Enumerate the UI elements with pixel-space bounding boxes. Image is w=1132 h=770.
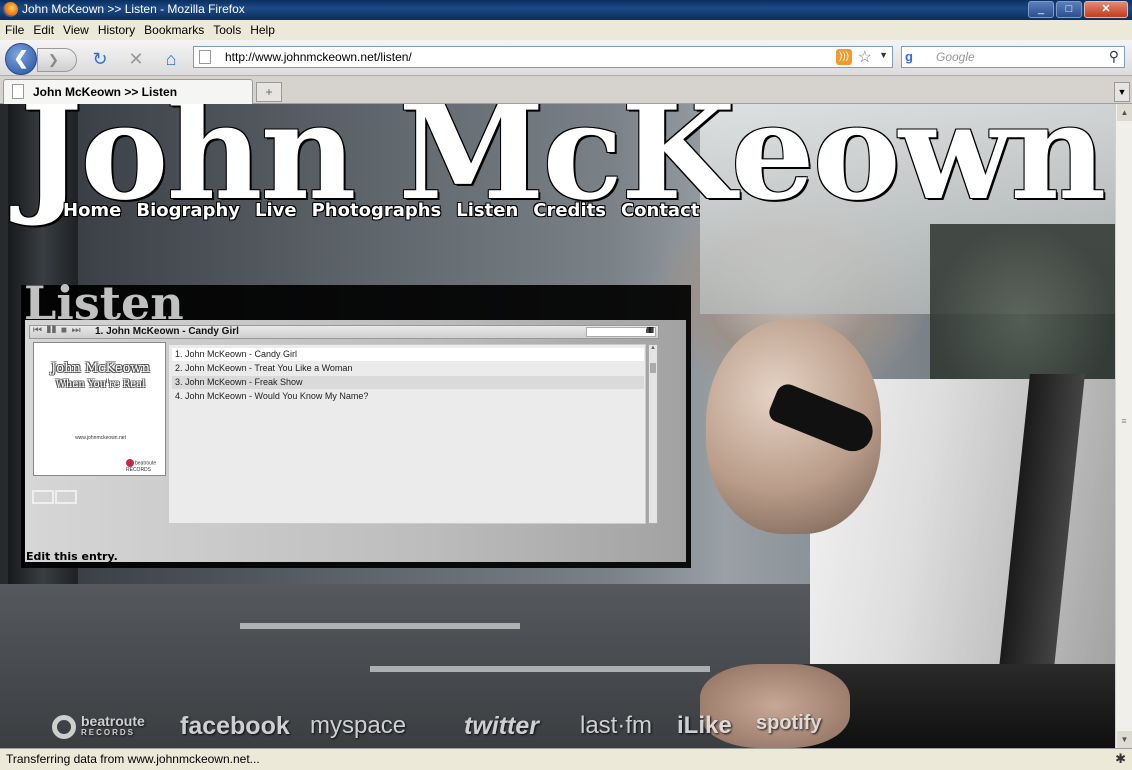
playlist-scrollbar[interactable]: ▲	[648, 344, 658, 524]
reload-icon[interactable]: ↻	[89, 48, 111, 70]
facebook-link[interactable]: facebook	[180, 712, 290, 741]
myspace-link[interactable]: myspace	[310, 712, 406, 740]
maximize-button[interactable]: □	[1056, 1, 1082, 18]
new-tab-button[interactable]: +	[256, 82, 282, 102]
url-dropdown-icon[interactable]: ▼	[879, 50, 888, 60]
road-line	[240, 623, 520, 629]
menu-file[interactable]: File	[0, 20, 28, 40]
nav-contact[interactable]: Contact	[621, 200, 699, 221]
volume-slider[interactable]: ıllllllll	[586, 326, 656, 337]
window-controls: _ □ ✕	[1028, 1, 1128, 18]
minimize-button[interactable]: _	[1028, 1, 1054, 18]
player-control-bar: ⏮ ❚❚ ■ ⏭ 1. John McKeown - Candy Girl ıl…	[29, 325, 659, 339]
search-bar[interactable]: g Google ⚲	[901, 46, 1125, 68]
tab-label[interactable]: John McKeown >> Listen	[33, 85, 177, 99]
lastfm-link[interactable]: last·fm	[580, 712, 652, 740]
album-title: When You're Real	[55, 379, 146, 390]
scroll-thumb[interactable]	[650, 363, 656, 373]
repeat-icon[interactable]	[32, 490, 54, 504]
site-nav: Home Biography Live Photographs Listen C…	[63, 200, 699, 221]
player-mode-buttons	[32, 490, 82, 506]
playlist-item[interactable]: 2. John McKeown - Treat You Like a Woman	[172, 362, 644, 375]
section-heading: Listen	[24, 276, 184, 330]
search-placeholder[interactable]: Google	[936, 50, 975, 64]
page-content: John McKeown Home Biography Live Photogr…	[0, 104, 1115, 748]
now-playing: 1. John McKeown - Candy Girl	[95, 326, 239, 337]
album-art: John McKeown When You're Real www.johnmc…	[33, 342, 166, 476]
menu-bookmarks[interactable]: Bookmarks	[139, 20, 208, 40]
beatroute-label: beatroute RECORDS	[81, 713, 145, 737]
rss-feed-icon[interactable]: )))	[836, 49, 852, 65]
playlist-item[interactable]: 3. John McKeown - Freak Show	[172, 376, 644, 389]
twitter-link[interactable]: twitter	[464, 712, 539, 741]
album-artist: John McKeown	[51, 361, 150, 376]
google-engine-icon[interactable]: g	[905, 49, 913, 64]
scroll-up-icon[interactable]: ▲	[650, 345, 656, 351]
ilike-link[interactable]: iLike	[677, 712, 732, 740]
road-line	[370, 666, 710, 672]
tab-active[interactable]: John McKeown >> Listen	[3, 79, 253, 104]
nav-home[interactable]: Home	[63, 200, 121, 221]
menu-tools[interactable]: Tools	[208, 20, 245, 40]
firefox-icon	[3, 2, 18, 17]
page-scrollbar[interactable]: ▲ ≡ ▼	[1115, 104, 1132, 748]
back-button[interactable]: ❮	[5, 43, 37, 75]
tab-bar: John McKeown >> Listen + ▼	[0, 77, 1132, 104]
menu-view[interactable]: View	[58, 20, 93, 40]
scroll-up-button[interactable]: ▲	[1117, 104, 1132, 121]
beatroute-link[interactable]: beatroute RECORDS	[52, 713, 145, 739]
album-url: www.johnmckeown.net	[75, 435, 126, 441]
nav-photographs[interactable]: Photographs	[312, 200, 442, 221]
nav-biography[interactable]: Biography	[136, 200, 240, 221]
status-bar: Transferring data from www.johnmckeown.n…	[0, 748, 1132, 770]
nav-live[interactable]: Live	[255, 200, 297, 221]
home-icon[interactable]: ⌂	[160, 48, 182, 70]
page-icon	[12, 84, 24, 99]
label-logo: beatroute RECORDS	[126, 459, 162, 473]
close-button[interactable]: ✕	[1084, 1, 1128, 18]
window-title: John McKeown >> Listen - Mozilla Firefox	[22, 2, 245, 16]
volume-icon: ıllllllll	[645, 326, 655, 335]
menu-edit[interactable]: Edit	[28, 20, 58, 40]
menu-help[interactable]: Help	[245, 20, 279, 40]
tab-list-button[interactable]: ▼	[1114, 82, 1130, 102]
url-bar[interactable]: http://www.johnmckeown.net/listen/ ))) ☆…	[193, 46, 893, 68]
status-text: Transferring data from www.johnmckeown.n…	[6, 752, 260, 766]
nav-listen[interactable]: Listen	[456, 200, 518, 221]
player-controls[interactable]: ⏮ ❚❚ ■ ⏭	[33, 325, 82, 336]
scroll-grip[interactable]: ≡	[1118, 416, 1130, 428]
shuffle-icon[interactable]	[55, 490, 77, 504]
music-player: ⏮ ❚❚ ■ ⏭ 1. John McKeown - Candy Girl ıl…	[29, 325, 659, 525]
scroll-down-button[interactable]: ▼	[1117, 731, 1132, 748]
menu-bar: File Edit View History Bookmarks Tools H…	[0, 20, 1132, 40]
playlist: 1. John McKeown - Candy Girl 2. John McK…	[168, 344, 646, 524]
background-trees	[930, 224, 1115, 384]
search-icon[interactable]: ⚲	[1109, 48, 1119, 65]
bookmark-star-icon[interactable]: ☆	[858, 47, 872, 67]
stop-icon[interactable]: ✕	[125, 48, 147, 70]
beatroute-icon	[52, 715, 76, 739]
nav-credits[interactable]: Credits	[533, 200, 606, 221]
edit-entry-link[interactable]: Edit this entry.	[26, 550, 118, 563]
spotify-link[interactable]: spotify	[756, 712, 822, 735]
playlist-item[interactable]: 4. John McKeown - Would You Know My Name…	[172, 390, 644, 403]
firebug-icon[interactable]: ✱	[1115, 751, 1126, 767]
forward-button[interactable]: ❯	[37, 48, 77, 72]
playlist-item[interactable]: 1. John McKeown - Candy Girl	[172, 348, 644, 361]
menu-history[interactable]: History	[93, 20, 139, 40]
page-icon	[199, 50, 211, 64]
window-title-bar: John McKeown >> Listen - Mozilla Firefox…	[0, 0, 1132, 20]
url-text[interactable]: http://www.johnmckeown.net/listen/	[225, 50, 412, 64]
